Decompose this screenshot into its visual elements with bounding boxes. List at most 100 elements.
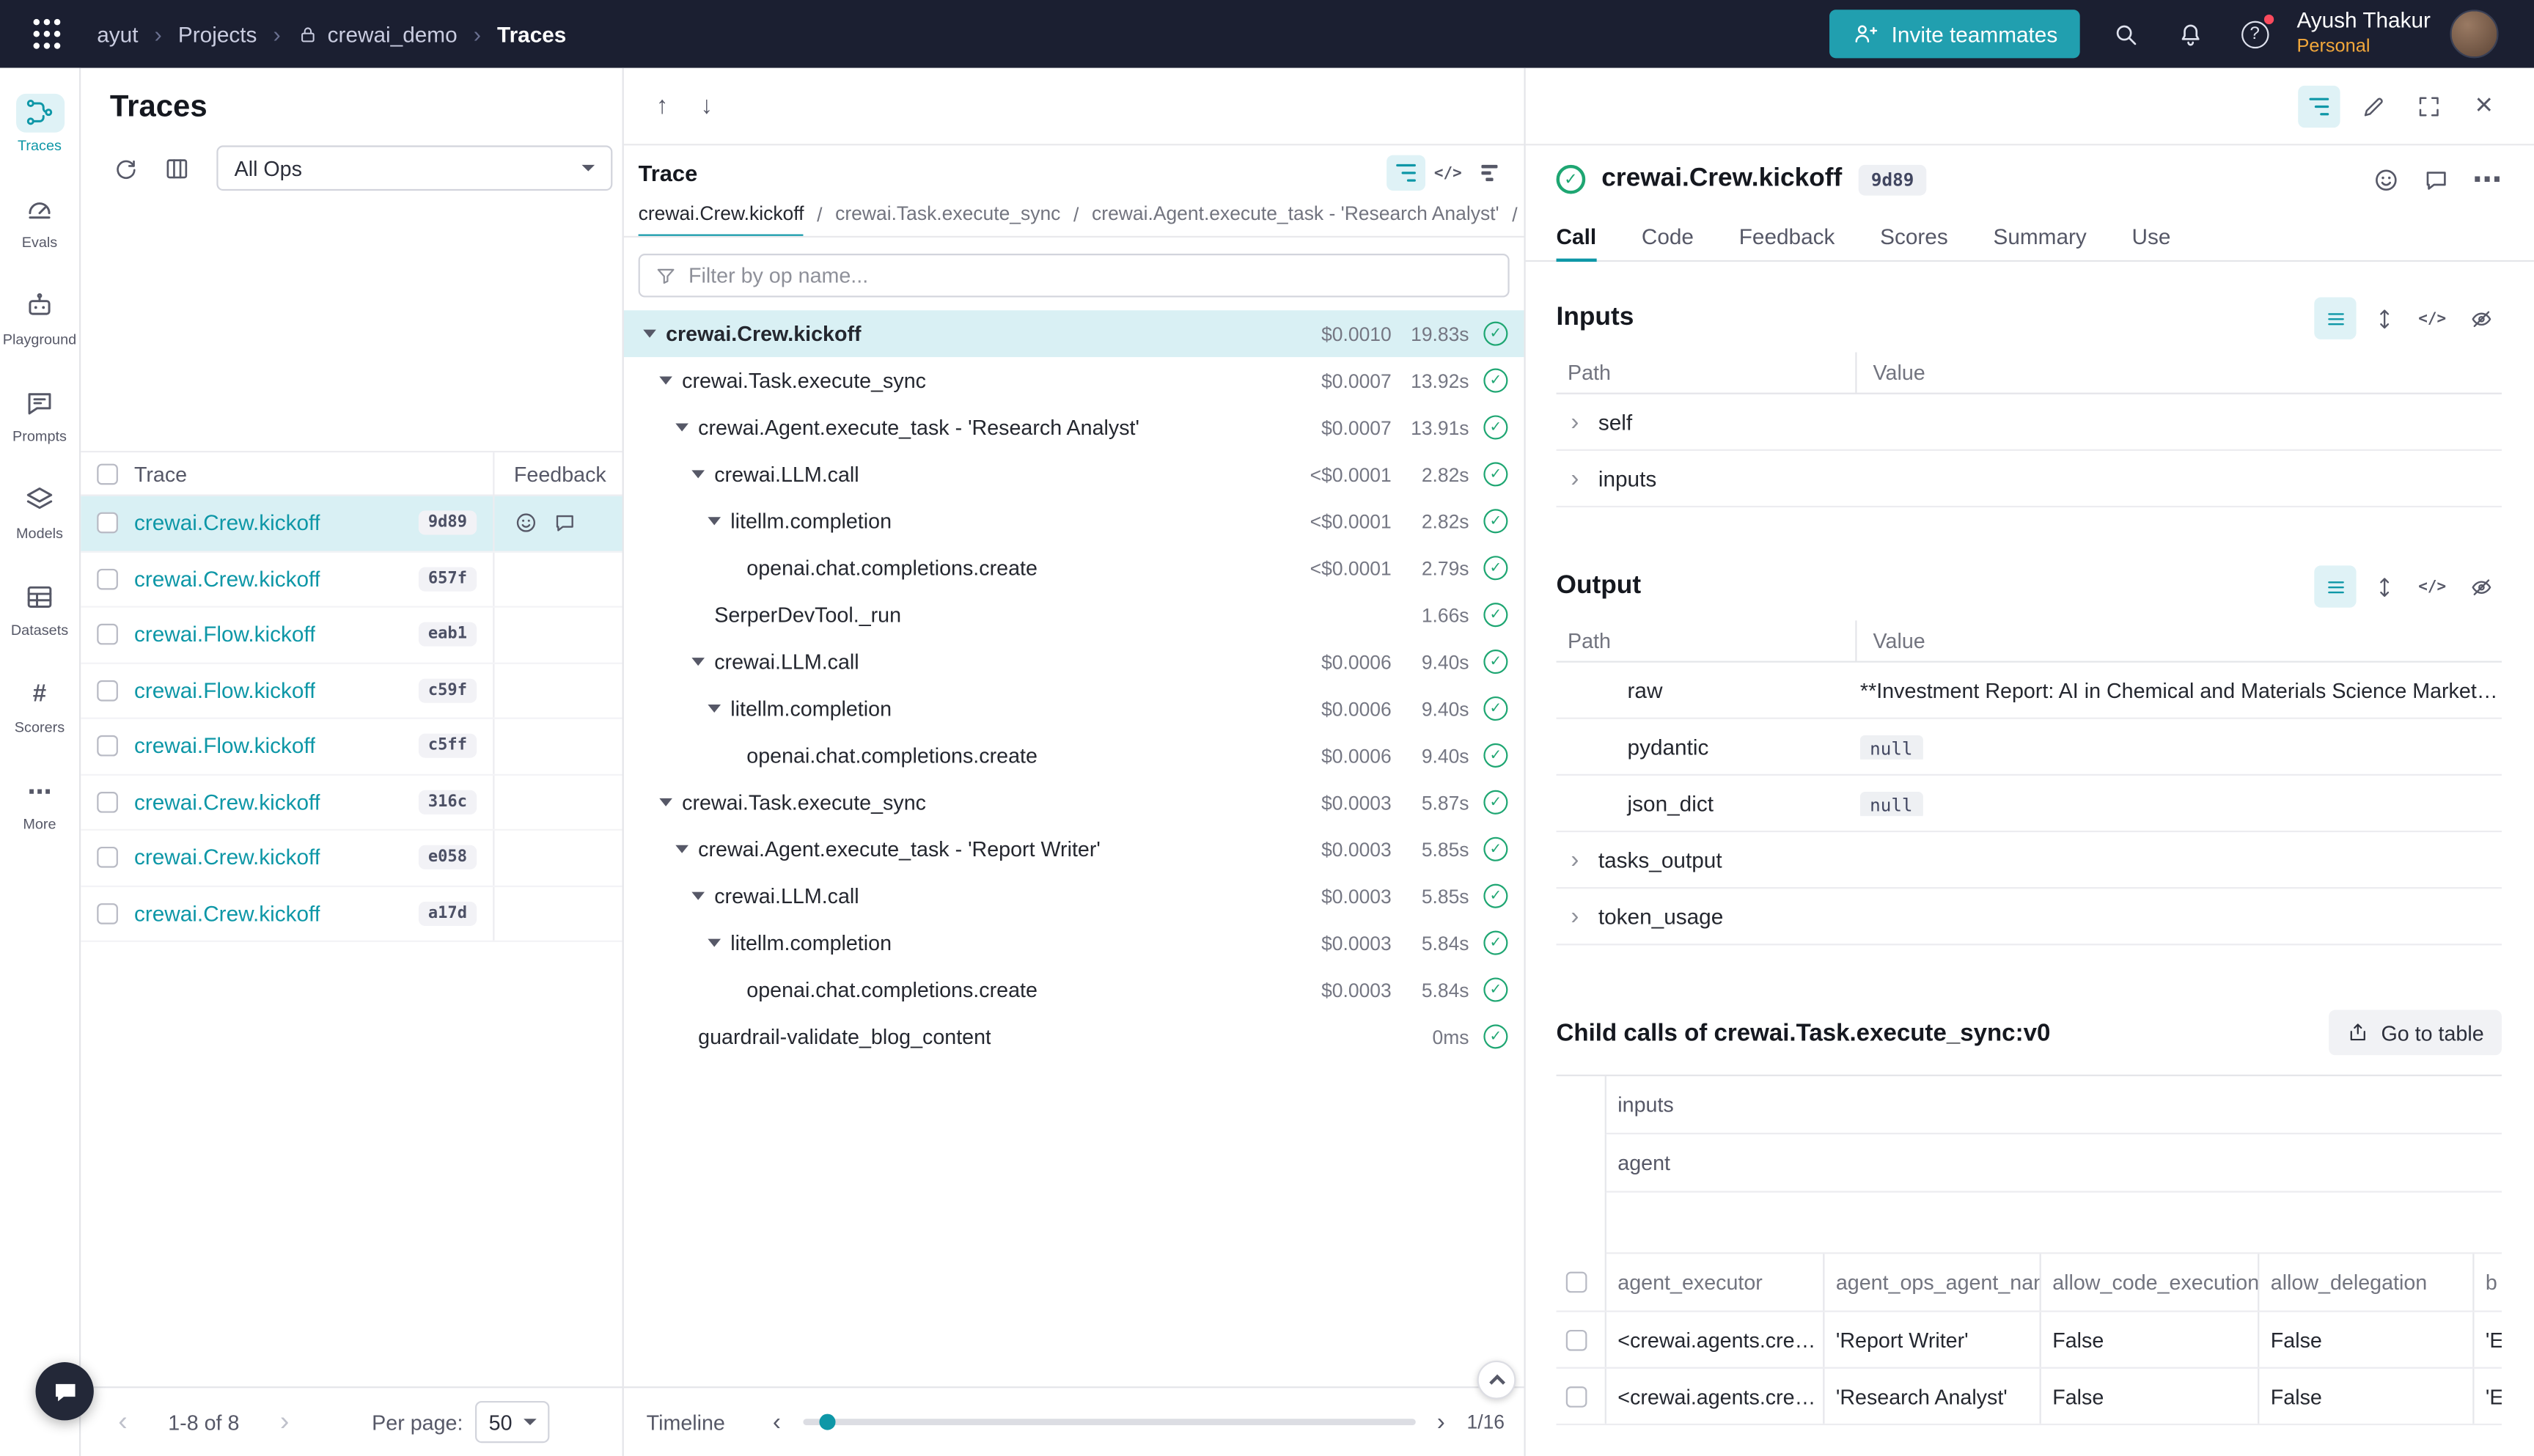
- trace-name[interactable]: crewai.Crew.kickoff: [134, 901, 320, 925]
- edit-pencil-icon[interactable]: [2353, 85, 2395, 127]
- trace-name[interactable]: crewai.Crew.kickoff: [134, 567, 320, 591]
- expand-rows-icon[interactable]: [2362, 565, 2404, 607]
- collapse-icon[interactable]: [669, 423, 694, 431]
- refresh-icon[interactable]: [103, 147, 145, 189]
- tree-row[interactable]: litellm.completion $0.0003 5.84s ✓: [624, 919, 1524, 966]
- tab-code[interactable]: Code: [1642, 213, 1694, 262]
- collapse-icon[interactable]: [702, 939, 727, 947]
- trace-row[interactable]: crewai.Crew.kickoffe058: [81, 831, 622, 886]
- row-checkbox[interactable]: [97, 568, 118, 589]
- add-note-icon[interactable]: [2423, 166, 2450, 193]
- op-crumb[interactable]: crewai.Crew.kickoff: [639, 194, 804, 236]
- trace-name[interactable]: crewai.Crew.kickoff: [134, 845, 320, 869]
- tree-row[interactable]: crewai.LLM.call $0.0006 9.40s ✓: [624, 639, 1524, 685]
- list-view-icon[interactable]: [2314, 298, 2356, 339]
- collapse-icon[interactable]: [669, 845, 694, 853]
- tree-row[interactable]: crewai.LLM.call $0.0003 5.85s ✓: [624, 872, 1524, 919]
- select-all-checkbox[interactable]: [97, 463, 118, 484]
- trace-row[interactable]: crewai.Crew.kickoffa17d: [81, 886, 622, 942]
- trace-row[interactable]: crewai.Flow.kickoffeab1: [81, 608, 622, 663]
- call-id-badge[interactable]: 9d89: [1858, 164, 1927, 195]
- collapse-icon[interactable]: [686, 470, 711, 478]
- scroll-top-button[interactable]: [1477, 1361, 1516, 1400]
- hide-values-icon[interactable]: [2460, 298, 2502, 339]
- timeline-prev-icon[interactable]: ‹: [764, 1408, 790, 1435]
- raw-value[interactable]: **Investment Report: AI in Chemical and …: [1855, 678, 2502, 702]
- flame-view-icon[interactable]: [1471, 155, 1510, 191]
- breadcrumb-team[interactable]: ayut: [97, 22, 138, 46]
- next-page-icon[interactable]: ›: [262, 1406, 307, 1438]
- timeline-next-icon[interactable]: ›: [1428, 1408, 1454, 1435]
- trace-row[interactable]: crewai.Crew.kickoff316c: [81, 775, 622, 831]
- chat-button[interactable]: [35, 1362, 93, 1420]
- trace-row[interactable]: crewai.Flow.kickoffc59f: [81, 663, 622, 719]
- expand-icon[interactable]: ›: [1557, 408, 1598, 435]
- tab-scores[interactable]: Scores: [1880, 213, 1948, 262]
- trace-row[interactable]: crewai.Crew.kickoff657f: [81, 552, 622, 608]
- prev-call-icon[interactable]: ↑: [656, 92, 669, 120]
- collapse-icon[interactable]: [686, 658, 711, 666]
- trace-name[interactable]: crewai.Flow.kickoff: [134, 734, 316, 758]
- tab-use[interactable]: Use: [2132, 213, 2171, 262]
- row-checkbox[interactable]: [1566, 1329, 1587, 1350]
- expand-icon[interactable]: ›: [1557, 846, 1598, 873]
- row-checkbox[interactable]: [97, 680, 118, 701]
- overflow-menu-icon[interactable]: ⋯: [2472, 163, 2502, 196]
- row-checkbox[interactable]: [97, 903, 118, 924]
- fullscreen-icon[interactable]: [2408, 85, 2450, 127]
- tree-row[interactable]: openai.chat.completions.create <$0.0001 …: [624, 545, 1524, 592]
- trace-name[interactable]: crewai.Crew.kickoff: [134, 511, 320, 535]
- sidebar-item-scorers[interactable]: # Scorers: [0, 656, 80, 753]
- tree-view-icon[interactable]: [1387, 155, 1425, 191]
- code-view-icon[interactable]: </>: [1428, 155, 1467, 191]
- sidebar-item-evals[interactable]: Evals: [0, 172, 80, 268]
- tab-summary[interactable]: Summary: [1993, 213, 2086, 262]
- tree-row[interactable]: crewai.Agent.execute_task - 'Research An…: [624, 404, 1524, 451]
- row-checkbox[interactable]: [97, 791, 118, 812]
- ops-filter-select[interactable]: All Ops: [216, 145, 612, 191]
- collapse-icon[interactable]: [653, 798, 678, 806]
- row-checkbox[interactable]: [97, 847, 118, 868]
- tree-row[interactable]: openai.chat.completions.create $0.0003 5…: [624, 966, 1524, 1013]
- sidebar-item-models[interactable]: Models: [0, 462, 80, 559]
- expand-icon[interactable]: ›: [1557, 465, 1598, 492]
- tree-row[interactable]: guardrail-validate_blog_content 0ms ✓: [624, 1013, 1524, 1060]
- child-call-row[interactable]: <crewai.ag​ents.cre… 'Research Analyst' …: [1557, 1369, 2502, 1425]
- row-checkbox[interactable]: [97, 624, 118, 645]
- op-crumb[interactable]: crewai.Task.execute_sync: [835, 194, 1060, 236]
- timeline-slider[interactable]: [803, 1419, 1415, 1425]
- row-checkbox[interactable]: [1566, 1386, 1587, 1407]
- per-page-select[interactable]: 50: [476, 1401, 550, 1443]
- next-call-icon[interactable]: ↓: [700, 92, 713, 120]
- sidebar-item-playground[interactable]: Playground: [0, 268, 80, 365]
- tree-row[interactable]: litellm.completion <$0.0001 2.82s ✓: [624, 498, 1524, 545]
- sidebar-item-traces[interactable]: Traces: [0, 74, 80, 171]
- close-icon[interactable]: ×: [2463, 85, 2505, 127]
- tree-row[interactable]: crewai.LLM.call <$0.0001 2.82s ✓: [624, 451, 1524, 498]
- help-icon[interactable]: ?: [2222, 10, 2287, 58]
- search-icon[interactable]: [2093, 10, 2158, 58]
- tree-row[interactable]: crewai.Task.execute_sync $0.0007 13.92s …: [624, 357, 1524, 404]
- columns-icon[interactable]: [155, 147, 197, 189]
- comment-icon[interactable]: [553, 511, 577, 535]
- reaction-smiley-icon[interactable]: [514, 511, 538, 535]
- tab-feedback[interactable]: Feedback: [1739, 213, 1835, 262]
- tree-row[interactable]: litellm.completion $0.0006 9.40s ✓: [624, 685, 1524, 732]
- select-all-checkbox[interactable]: [1566, 1272, 1587, 1293]
- go-to-table-button[interactable]: Go to table: [2329, 1010, 2502, 1056]
- collapse-icon[interactable]: [636, 330, 662, 338]
- list-view-icon[interactable]: [2314, 565, 2356, 607]
- tree-row[interactable]: SerperDevTool._run 1.66s ✓: [624, 592, 1524, 639]
- avatar[interactable]: [2450, 10, 2498, 58]
- op-crumb[interactable]: crewai.Agent.execute_task - 'Research An…: [1092, 194, 1499, 236]
- tree-row[interactable]: crewai.Crew.kickoff $0.0010 19.83s ✓: [624, 310, 1524, 357]
- trace-row[interactable]: crewai.Crew.kickoff9d89: [81, 496, 622, 552]
- collapse-icon[interactable]: [686, 892, 711, 900]
- expand-icon[interactable]: ›: [1557, 902, 1598, 930]
- expand-rows-icon[interactable]: [2362, 298, 2404, 339]
- hide-values-icon[interactable]: [2460, 565, 2502, 607]
- invite-teammates-button[interactable]: Invite teammates: [1830, 10, 2080, 58]
- code-view-icon[interactable]: </>: [2412, 565, 2453, 607]
- child-call-row[interactable]: <crewai.agents.cre… 'Report Writer' Fals…: [1557, 1312, 2502, 1369]
- code-view-icon[interactable]: </>: [2412, 298, 2453, 339]
